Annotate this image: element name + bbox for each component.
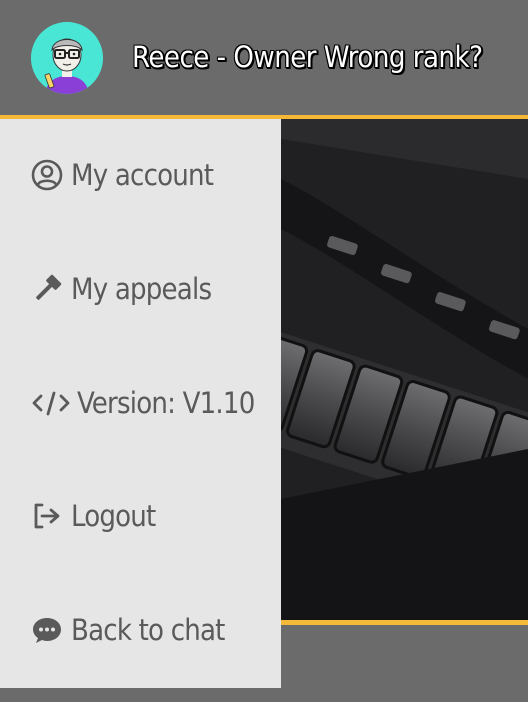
menu-item-logout[interactable]: Logout [31, 496, 271, 536]
background-photo [281, 119, 528, 620]
user-avatar-glasses-icon [31, 22, 103, 94]
menu-item-my-appeals[interactable]: My appeals [31, 269, 271, 309]
top-header: Reece - Owner Wrong rank? [0, 0, 528, 115]
user-circle-icon [31, 158, 65, 192]
menu-item-label: Version: V1.10 [77, 386, 255, 420]
header-title: Reece - Owner Wrong rank? [132, 40, 483, 74]
keyboard-photo-image [281, 119, 528, 620]
menu-item-label: Logout [71, 499, 156, 533]
code-icon [31, 386, 71, 420]
menu-item-label: My appeals [71, 272, 212, 306]
avatar[interactable] [31, 22, 103, 94]
sidebar-menu: My account My appeals Version: V1.10 Log… [0, 119, 281, 688]
gavel-icon [31, 272, 65, 306]
logout-icon [31, 499, 65, 533]
menu-item-label: My account [71, 158, 214, 192]
chat-bubble-icon [31, 613, 65, 647]
menu-item-version[interactable]: Version: V1.10 [31, 383, 271, 423]
menu-item-my-account[interactable]: My account [31, 155, 271, 195]
photo-accent-bar [281, 620, 528, 625]
menu-item-label: Back to chat [71, 613, 225, 647]
menu-item-back-to-chat[interactable]: Back to chat [31, 610, 271, 650]
